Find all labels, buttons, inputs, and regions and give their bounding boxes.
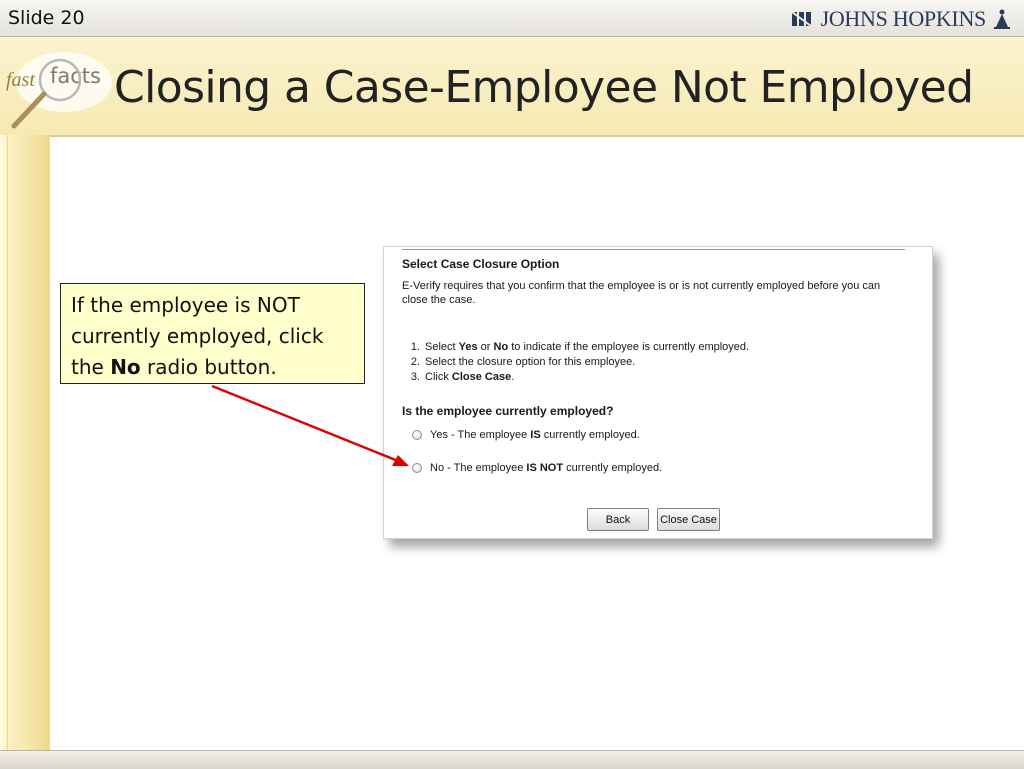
form-heading: Select Case Closure Option: [402, 257, 560, 271]
no-radio-label[interactable]: No - The employee IS NOT currently emplo…: [430, 462, 662, 474]
step-number: 3.: [410, 371, 420, 383]
yes-radio-label[interactable]: Yes - The employee IS currently employed…: [430, 429, 640, 441]
page-title: Closing a Case-Employee Not Employed: [114, 62, 974, 113]
form-top-rule: [402, 249, 905, 250]
step-item: 1. Select Yes or No to indicate if the e…: [404, 340, 749, 355]
form-intro: E-Verify requires that you confirm that …: [402, 280, 881, 306]
brand-logo: JOHNS HOPKINS: [790, 6, 1010, 32]
shield-icon: [790, 11, 812, 27]
slide-footer: [0, 750, 1024, 769]
option-no-row: No - The employee IS NOT currently emplo…: [412, 462, 662, 474]
everify-form-screenshot: Select Case Closure Option E-Verify requ…: [383, 246, 933, 539]
no-radio-button[interactable]: [412, 463, 422, 473]
back-button[interactable]: Back: [587, 508, 649, 531]
instruction-callout: If the employee is NOT currently employe…: [60, 283, 365, 384]
slide-number: Slide 20: [8, 7, 85, 29]
fast-facts-logo: fast facts: [6, 52, 112, 129]
step-text: Click Close Case.: [425, 371, 515, 383]
option-yes-row: Yes - The employee IS currently employed…: [412, 429, 640, 441]
step-text: Select Yes or No to indicate if the empl…: [425, 341, 750, 353]
yes-radio-button[interactable]: [412, 430, 422, 440]
step-number: 2.: [410, 356, 420, 368]
close-case-button[interactable]: Close Case: [657, 508, 720, 531]
figure-icon: [994, 9, 1010, 29]
employment-question: Is the employee currently employed?: [402, 404, 614, 418]
step-number: 1.: [410, 341, 420, 353]
instruction-steps: 1. Select Yes or No to indicate if the e…: [404, 340, 749, 385]
step-item: 3. Click Close Case.: [404, 370, 749, 385]
callout-text-end: radio button.: [140, 355, 277, 379]
callout-emphasis: No: [110, 355, 141, 379]
step-text: Select the closure option for this emplo…: [425, 356, 636, 368]
logo-word-fast: fast: [6, 69, 35, 91]
slide-header: Slide 20 JOHNS HOPKINS: [0, 0, 1024, 37]
brand-name: JOHNS HOPKINS: [820, 6, 987, 31]
step-item: 2. Select the closure option for this em…: [404, 355, 749, 370]
left-decor-stripe: [0, 135, 50, 768]
